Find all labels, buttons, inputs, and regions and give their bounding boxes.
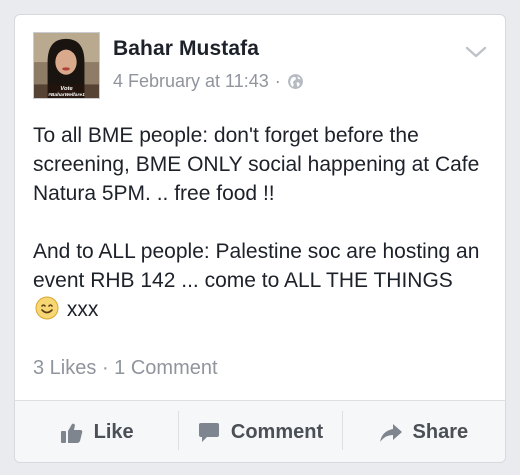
- like-label: Like: [93, 421, 134, 443]
- avatar[interactable]: Vote #BaharWelfare1: [33, 32, 100, 99]
- smiley-icon: [35, 296, 59, 320]
- post-paragraph-2-text: And to ALL people: Palestine soc are hos…: [33, 240, 480, 292]
- chevron-down-icon[interactable]: [465, 45, 487, 59]
- thumbs-up-icon: [60, 423, 82, 443]
- post-card: Vote #BaharWelfare1 Bahar Mustafa 4 Febr…: [14, 14, 506, 463]
- stats-separator: ·: [101, 357, 109, 379]
- post-paragraph-1: To all BME people: don't forget before t…: [33, 124, 480, 205]
- action-bar: Like Comment Share: [15, 401, 505, 462]
- post-header: Vote #BaharWelfare1 Bahar Mustafa 4 Febr…: [15, 15, 505, 107]
- comment-button[interactable]: Comment: [178, 401, 341, 462]
- post-body: To all BME people: don't forget before t…: [33, 121, 483, 353]
- share-label: Share: [412, 421, 469, 443]
- post-timestamp[interactable]: 4 February at 11:43: [113, 71, 269, 92]
- likes-count[interactable]: 3 Likes: [33, 357, 96, 380]
- comment-label: Comment: [230, 421, 324, 443]
- author-name[interactable]: Bahar Mustafa: [113, 37, 259, 61]
- share-icon: [379, 423, 402, 442]
- comment-icon: [198, 422, 219, 442]
- svg-text:Vote: Vote: [60, 86, 73, 92]
- globe-icon[interactable]: [287, 73, 304, 90]
- meta-separator: ·: [274, 71, 281, 91]
- avatar-image: Vote #BaharWelfare1: [34, 33, 99, 98]
- post-paragraph-2: And to ALL people: Palestine soc are hos…: [33, 237, 483, 324]
- post-stats: 3 Likes · 1 Comment: [33, 357, 218, 380]
- post-meta: 4 February at 11:43 ·: [113, 71, 304, 92]
- comments-count[interactable]: 1 Comment: [114, 357, 217, 380]
- like-button[interactable]: Like: [15, 401, 178, 462]
- svg-text:#BaharWelfare1: #BaharWelfare1: [48, 92, 85, 98]
- share-button[interactable]: Share: [341, 401, 505, 462]
- post-paragraph-2-end: xxx: [66, 298, 99, 321]
